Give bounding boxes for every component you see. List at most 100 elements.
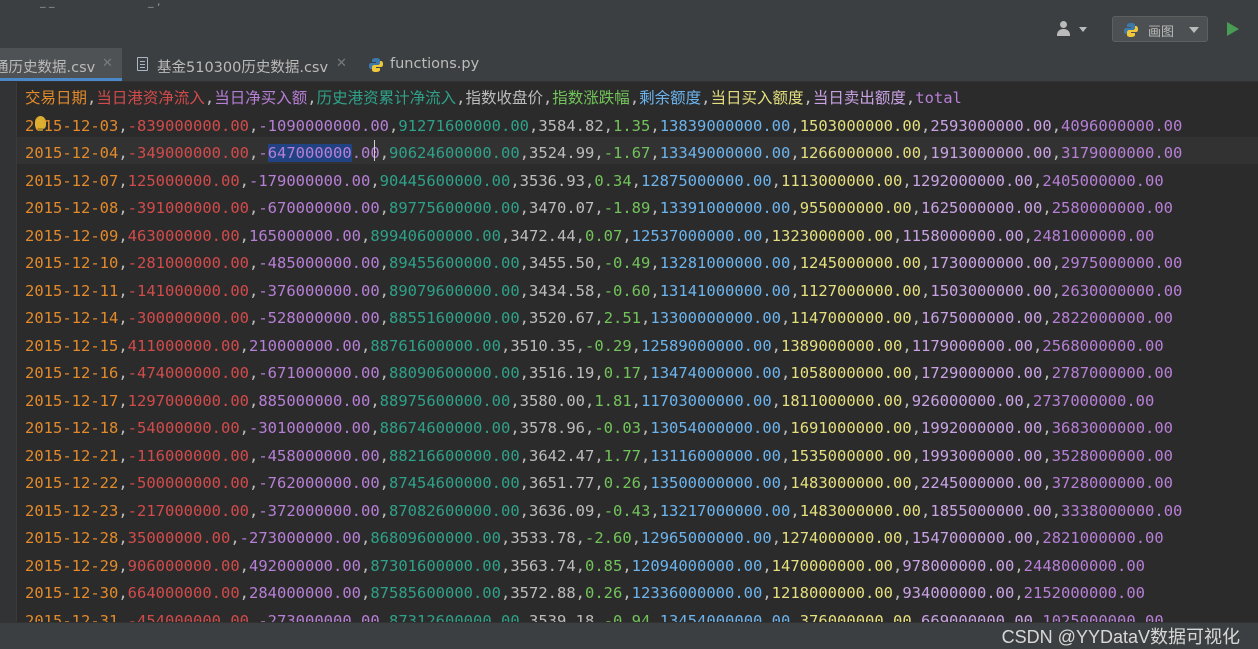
csv-separator: ,	[379, 611, 390, 623]
csv-data-row[interactable]: 2015-12-03,-839000000.00,-1090000000.00,…	[25, 113, 1182, 141]
csv-data-row[interactable]: 2015-12-31,-454000000.00,-273000000.00,8…	[25, 608, 1182, 623]
csv-separator: ,	[389, 116, 399, 135]
csv-cell: -528000000.00	[258, 309, 380, 327]
csv-separator: ,	[249, 309, 259, 327]
csv-cell: 1127000000.00	[799, 281, 922, 300]
csv-data-row[interactable]: 2015-12-14,-300000000.00,-528000000.00,8…	[25, 305, 1182, 333]
csv-cell: 2015-12-28	[25, 529, 119, 547]
csv-separator: ,	[631, 336, 642, 355]
csv-cell: -0.29	[585, 336, 632, 355]
csv-cell: 463000000.00	[127, 226, 240, 245]
csv-data-row[interactable]: 2015-12-17,1297000000.00,885000000.00,88…	[25, 388, 1182, 416]
csv-separator: ,	[249, 144, 259, 162]
csv-cell: 2015-12-11	[25, 281, 119, 300]
csv-data-row[interactable]: 2015-12-15,411000000.00,210000000.00,887…	[25, 333, 1182, 361]
csv-cell: -54000000.00	[127, 419, 240, 437]
tab-label: functions.py	[390, 56, 480, 72]
csv-data-row[interactable]: 2015-12-09,463000000.00,165000000.00,899…	[25, 223, 1182, 251]
csv-cell: 3472.44	[510, 226, 576, 245]
csv-separator: ,	[230, 529, 240, 547]
csv-cell: 2245000000.00	[921, 474, 1043, 492]
csv-cell: 1.81	[594, 391, 632, 410]
csv-separator: ,	[650, 611, 660, 623]
csv-separator: ,	[361, 529, 371, 547]
csv-separator: ,	[1042, 419, 1052, 437]
csv-cell: -839000000.00	[127, 116, 249, 135]
csv-separator: ,	[249, 254, 259, 272]
csv-content[interactable]: 交易日期, 当日港资净流入, 当日净买入额, 历史港资累计净流入, 指数收盘价, 指数涨跌…	[25, 85, 1182, 622]
tab-functions-py[interactable]: functions.py	[356, 48, 506, 81]
csv-separator: ,	[781, 446, 791, 465]
csv-data-row[interactable]: 2015-12-07,125000000.00,-179000000.00,90…	[25, 168, 1182, 196]
csv-cell: 88975600000.00	[379, 391, 511, 410]
lightbulb-icon[interactable]	[35, 116, 46, 131]
csv-cell: 3524.99	[529, 144, 595, 162]
csv-separator: ,	[902, 391, 912, 410]
csv-cell: 当日净买入额	[214, 89, 308, 107]
csv-cell: 90624600000.00	[389, 144, 520, 162]
csv-header-row[interactable]: 交易日期,当日港资净流入,当日净买入额,历史港资累计净流入,指数收盘价,指数涨跌…	[25, 85, 1182, 113]
csv-cell: 1503000000.00	[930, 281, 1052, 300]
csv-cell: 1503000000.00	[799, 116, 922, 135]
csv-separator: ,	[585, 171, 595, 190]
csv-data-row[interactable]: 2015-12-30,664000000.00,284000000.00,875…	[25, 580, 1182, 608]
csv-cell: 13500000000.00	[650, 474, 782, 492]
csv-separator: ,	[911, 419, 922, 437]
csv-separator: ,	[650, 116, 660, 135]
csv-data-row[interactable]: 2015-12-22,-500000000.00,-762000000.00,8…	[25, 470, 1182, 498]
csv-data-row[interactable]: 2015-12-28,35000000.00,-273000000.00,868…	[25, 525, 1182, 553]
csv-cell: 3520.67	[529, 309, 595, 327]
csv-cell: -500000000.00	[127, 474, 249, 492]
csv-cell: 89940600000.00	[370, 226, 501, 245]
csv-data-row[interactable]: 2015-12-21,-116000000.00,-458000000.00,8…	[25, 443, 1182, 471]
csv-separator: ,	[519, 309, 530, 327]
csv-data-row[interactable]: 2015-12-29,906000000.00,492000000.00,873…	[25, 553, 1182, 581]
csv-data-row[interactable]: 2015-12-18,-54000000.00,-301000000.00,88…	[25, 415, 1182, 443]
csv-separator: ,	[771, 336, 782, 355]
csv-data-row[interactable]: 2015-12-04,-349000000.00,-647000000.00,9…	[25, 140, 1182, 168]
csv-cell: 3516.19	[529, 364, 595, 382]
editor-tab-bar: 通历史数据.csv ✕ 基金510300历史数据.csv ✕ functions…	[0, 48, 1258, 82]
csv-separator: ,	[902, 336, 912, 355]
csv-cell: 1547000000.00	[911, 529, 1034, 547]
csv-separator: ,	[650, 199, 660, 217]
close-icon[interactable]: ✕	[336, 56, 347, 71]
csv-separator: ,	[603, 116, 614, 135]
csv-separator: ,	[500, 336, 511, 355]
csv-cell: 2015-12-22	[25, 474, 119, 492]
user-icon[interactable]	[1057, 21, 1091, 39]
csv-separator: ,	[370, 391, 380, 410]
csv-cell: -217000000.00	[127, 501, 249, 520]
csv-cell: -647000000.00	[258, 144, 380, 162]
csv-separator: ,	[118, 309, 128, 327]
csv-separator: ,	[1051, 116, 1062, 135]
csv-cell: 3434.58	[529, 281, 595, 300]
close-icon[interactable]: ✕	[102, 56, 113, 71]
csv-data-row[interactable]: 2015-12-10,-281000000.00,-485000000.00,8…	[25, 250, 1182, 278]
tab-fund-510300-csv[interactable]: 基金510300历史数据.csv ✕	[123, 48, 355, 81]
csv-separator: ,	[370, 419, 380, 437]
csv-separator: ,	[1042, 364, 1052, 382]
csv-data-row[interactable]: 2015-12-11,-141000000.00,-376000000.00,8…	[25, 278, 1182, 306]
csv-cell: 86809600000.00	[370, 529, 501, 547]
csv-cell: 交易日期	[25, 89, 88, 107]
csv-separator: ,	[594, 254, 604, 272]
csv-data-row[interactable]: 2015-12-08,-391000000.00,-670000000.00,8…	[25, 195, 1182, 223]
csv-data-row[interactable]: 2015-12-16,-474000000.00,-671000000.00,8…	[25, 360, 1182, 388]
csv-separator: ,	[781, 474, 791, 492]
csv-separator: ,	[911, 446, 922, 465]
title-fragment: _ ,	[148, 0, 161, 8]
csv-cell: 2015-12-15	[25, 336, 119, 355]
csv-separator: ,	[249, 474, 259, 492]
csv-separator: ,	[379, 364, 390, 382]
csv-cell: -391000000.00	[127, 199, 249, 217]
csv-cell: 492000000.00	[249, 556, 361, 575]
csv-cell: 2015-12-30	[25, 584, 119, 602]
csv-separator: ,	[249, 364, 259, 382]
play-icon[interactable]	[1227, 22, 1239, 36]
csv-data-row[interactable]: 2015-12-23,-217000000.00,-372000000.00,8…	[25, 498, 1182, 526]
run-configuration-dropdown[interactable]: 画图	[1112, 16, 1208, 42]
tab-csv-history[interactable]: 通历史数据.csv ✕	[0, 48, 122, 81]
code-editor[interactable]: 交易日期, 当日港资净流入, 当日净买入额, 历史港资累计净流入, 指数收盘价, 指数涨跌…	[0, 82, 1258, 622]
csv-cell: 376000000.00	[799, 611, 912, 623]
